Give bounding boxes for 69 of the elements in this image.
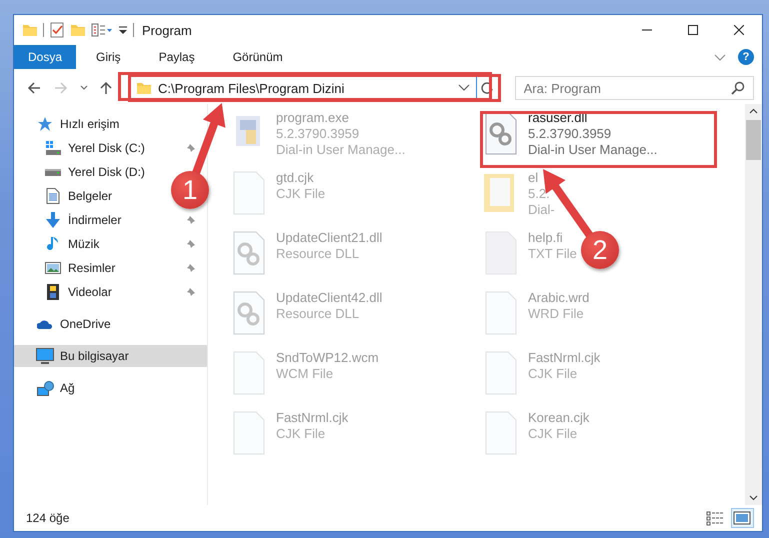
- address-path: C:\Program Files\Program Dizini: [158, 80, 346, 96]
- details-view-icon: [706, 510, 725, 526]
- dropdown-icon[interactable]: [458, 83, 470, 93]
- film-icon: [47, 284, 59, 300]
- scrollbar[interactable]: [745, 104, 762, 505]
- file-detail: Resource DLL: [276, 306, 360, 322]
- sidebar-item[interactable]: Hızlı erişim: [14, 113, 128, 135]
- ribbon-tab[interactable]: Paylaş: [138, 45, 213, 69]
- chevron-down-icon: [80, 84, 88, 92]
- folder-icon[interactable]: [70, 22, 86, 38]
- close-icon: [734, 25, 744, 35]
- back-icon: [26, 80, 42, 96]
- file-detail: CJK File: [528, 366, 578, 382]
- network-icon: [36, 380, 54, 396]
- file-detail: Dial-: [528, 202, 555, 218]
- address-bar[interactable]: C:\Program Files\Program Dizini: [128, 74, 501, 102]
- search-field[interactable]: Ara: Program: [514, 76, 754, 100]
- document-icon: [46, 188, 60, 204]
- file-detail: Resource DLL: [276, 246, 360, 262]
- scroll-down-icon: [749, 495, 758, 501]
- drive-icon: [45, 168, 61, 176]
- cloud-icon: [37, 319, 53, 329]
- picture-icon: [45, 262, 61, 274]
- sidebar-item[interactable]: Yerel Disk (C:): [14, 137, 198, 159]
- file-detail: 5.2.: [528, 186, 550, 202]
- item-count: 124 öğe: [26, 511, 70, 525]
- help-button[interactable]: ?: [738, 49, 754, 65]
- up-icon: [98, 80, 114, 96]
- star-icon: [37, 116, 53, 132]
- sidebar-item[interactable]: Bu bilgisayar: [14, 345, 207, 367]
- large-icons-view-button[interactable]: [731, 508, 754, 528]
- file-detail: 5.2.3790.3959: [528, 126, 612, 142]
- properties-icon[interactable]: [91, 22, 113, 38]
- sidebar-item[interactable]: İndirmeler: [14, 209, 198, 231]
- download-icon: [46, 212, 60, 228]
- window-title: Program: [142, 22, 192, 38]
- sidebar-item[interactable]: Videolar: [14, 281, 198, 303]
- sidebar-item[interactable]: Belgeler: [14, 185, 120, 207]
- maximize-icon: [688, 25, 698, 35]
- folder-icon[interactable]: [22, 22, 38, 38]
- file-detail: 5.2.3790.3959: [276, 126, 360, 142]
- sidebar-item[interactable]: Resimler: [14, 257, 198, 279]
- ribbon-tab[interactable]: Giriş: [76, 45, 139, 69]
- sidebar-item[interactable]: Ağ: [14, 377, 83, 399]
- music-note-icon: [47, 236, 59, 252]
- file-detail: CJK File: [528, 426, 578, 442]
- file-detail: CJK File: [276, 426, 326, 442]
- scroll-thumb[interactable]: [746, 120, 761, 160]
- file-detail: WRD File: [528, 306, 584, 322]
- sidebar-item[interactable]: Yerel Disk (D:): [14, 161, 153, 183]
- checklist-icon[interactable]: [49, 22, 65, 38]
- scroll-up-icon: [749, 108, 758, 114]
- refresh-icon: [480, 81, 494, 95]
- folder-icon: [136, 80, 152, 96]
- file-detail: CJK File: [276, 186, 326, 202]
- large-icons-view-icon: [733, 510, 752, 526]
- monitor-icon: [36, 348, 54, 364]
- sidebar-item[interactable]: Müzik: [14, 233, 198, 255]
- file-detail: WCM File: [276, 366, 334, 382]
- file-name[interactable]: rasuser.dll: [528, 110, 588, 126]
- file-tab[interactable]: Dosya: [14, 45, 76, 69]
- file-detail: TXT File: [528, 246, 577, 262]
- ribbon-tab[interactable]: Görünüm: [212, 45, 301, 69]
- sidebar-item[interactable]: OneDrive: [14, 313, 119, 335]
- file-detail: Dial-in User Manage...: [276, 142, 406, 158]
- drive-icon: [45, 141, 61, 155]
- file-detail: Dial-in User Manage...: [528, 142, 658, 158]
- search-icon[interactable]: [731, 81, 746, 95]
- forward-icon: [53, 80, 70, 96]
